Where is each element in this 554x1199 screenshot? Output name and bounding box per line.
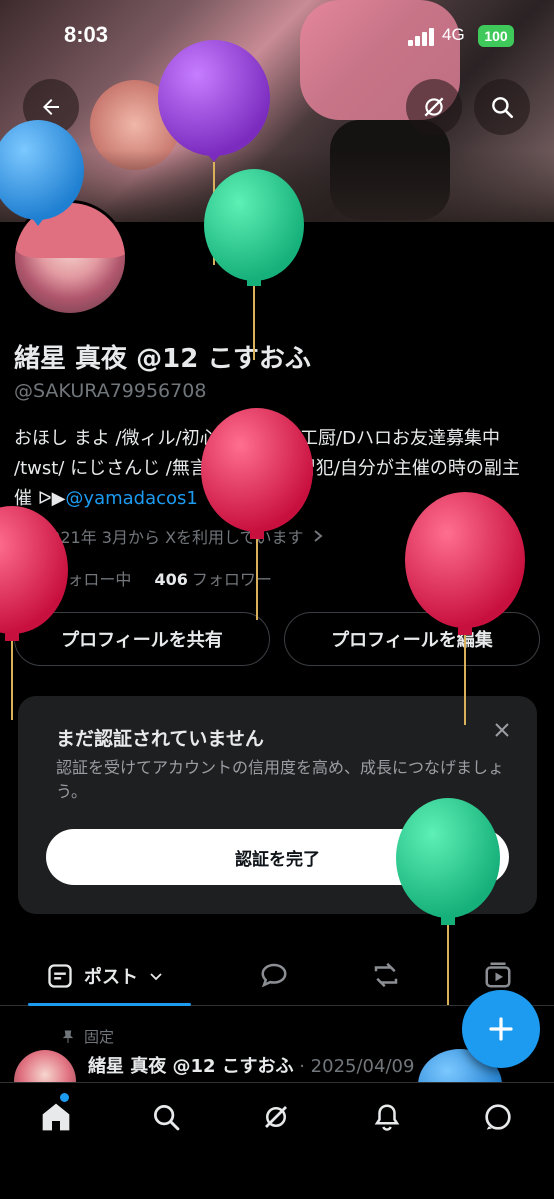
plus-icon: [489, 1017, 513, 1041]
messages-icon: [485, 1104, 511, 1130]
balloon-green-top: [204, 169, 304, 360]
balloon-red-center: [201, 408, 313, 620]
notifications-icon: [374, 1104, 400, 1131]
grok-icon: [265, 1106, 287, 1128]
compose-post-button[interactable]: [462, 990, 540, 1068]
balloon-blue: [0, 120, 84, 226]
nav-messages[interactable]: [480, 1099, 516, 1135]
balloon-red-left: [0, 506, 68, 720]
balloon-red-right: [405, 492, 525, 725]
home-icon: [42, 1103, 70, 1131]
home-notification-dot: [60, 1093, 69, 1102]
balloon-green-bottom: [396, 798, 500, 1005]
bottom-navigation: [0, 1082, 554, 1199]
nav-search[interactable]: [148, 1099, 184, 1135]
nav-notifications[interactable]: [369, 1099, 405, 1135]
nav-home[interactable]: [38, 1099, 74, 1135]
nav-grok[interactable]: [258, 1099, 294, 1135]
search-icon: [154, 1105, 180, 1131]
